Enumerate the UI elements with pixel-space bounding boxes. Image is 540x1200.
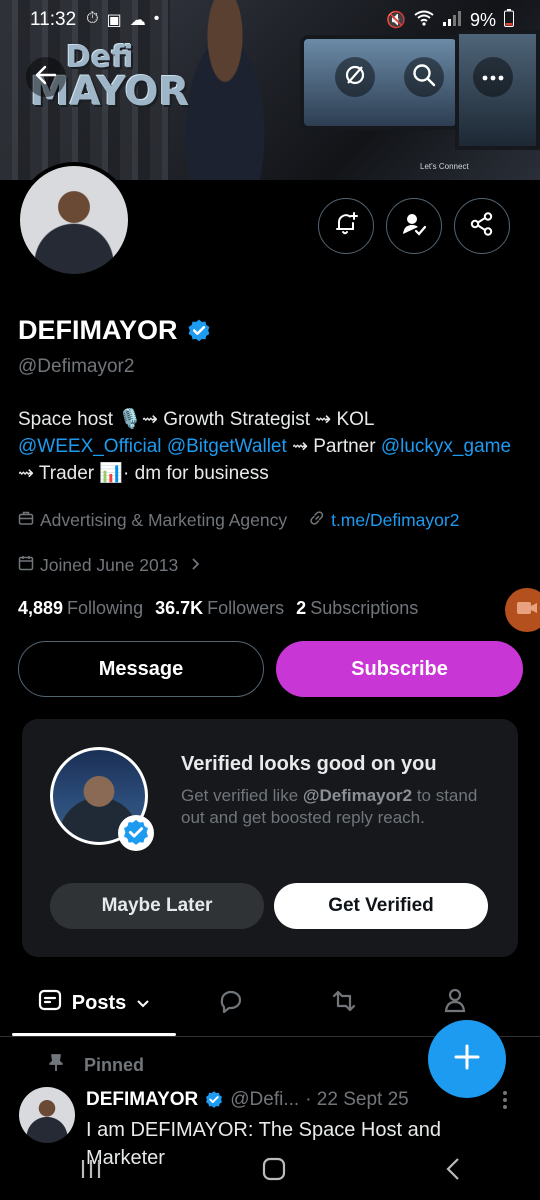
verified-badge-icon [206, 1091, 223, 1108]
bio-link-luckyx[interactable]: @luckyx_game [381, 436, 511, 457]
bio-partner-text: ⇝ Partner [292, 436, 376, 457]
subscribe-button[interactable]: Subscribe [276, 641, 523, 697]
system-back-button[interactable] [444, 1157, 462, 1186]
display-name: DEFIMAYOR [18, 315, 178, 345]
link-icon [309, 510, 325, 531]
search-button[interactable] [404, 57, 444, 97]
profile-handle: @Defimayor2 [18, 356, 135, 377]
repost-icon [330, 988, 358, 1019]
status-bar: 11:32 ⏱ ▣ ☁ • 🔇 9% [0, 0, 540, 40]
get-verified-button[interactable]: Get Verified [274, 883, 488, 929]
bio-line-3: ⇝ Trader 📊· dm for business [18, 463, 269, 484]
mute-icon: 🔇 [386, 12, 406, 29]
promo-verified-badge [118, 815, 154, 851]
dot-icon: • [153, 10, 160, 27]
search-icon [412, 63, 436, 92]
profile-meta-row: Advertising & Marketing Agency t.me/Defi… [18, 510, 459, 531]
post-author-handle: @Defi... [230, 1089, 300, 1110]
vertical-more-icon [502, 1091, 508, 1115]
bio-line-1: Space host 🎙️⇝ Growth Strategist ⇝ KOL [18, 409, 375, 430]
status-left-icons: ⏱ ▣ ☁ • [86, 10, 159, 30]
no-eye-icon [343, 63, 367, 92]
calendar-icon [18, 555, 34, 576]
post-more-button[interactable] [502, 1090, 508, 1116]
post-author-avatar[interactable] [19, 1087, 75, 1143]
profile-avatar[interactable] [16, 162, 132, 278]
plus-icon [453, 1043, 481, 1076]
floating-video-bubble[interactable] [505, 588, 540, 632]
profile-name: DEFIMAYOR [18, 315, 212, 346]
post-author-name[interactable]: DEFIMAYOR [86, 1089, 198, 1111]
tab-posts-label: Posts [71, 991, 127, 1014]
joined-row[interactable]: Joined June 2013 [18, 555, 200, 576]
battery-level: 9% [469, 9, 496, 30]
followers-stat[interactable]: 36.7K Followers [155, 598, 284, 619]
promo-text: Get verified like @Defimayor2 to stand o… [181, 786, 478, 827]
back-button[interactable] [26, 57, 66, 97]
cloud-icon: ☁ [129, 12, 146, 29]
post-date: · 22 Sept 25 [305, 1089, 409, 1110]
briefcase-icon [18, 510, 34, 531]
tab-replies[interactable] [200, 978, 262, 1028]
promo-title: Verified looks good on you [181, 753, 437, 775]
verified-badge-icon[interactable] [186, 318, 212, 344]
subscriptions-stat[interactable]: 2 Subscriptions [296, 598, 418, 619]
share-icon [469, 211, 495, 242]
timer-icon: ⏱ [86, 10, 99, 27]
person-icon [443, 987, 469, 1020]
chevron-right-icon [190, 555, 200, 576]
tab-posts[interactable]: Posts [12, 978, 176, 1028]
profile-stats: 4,889 Following 36.7K Followers 2 Subscript… [18, 598, 418, 619]
reply-icon [218, 988, 244, 1019]
user-check-icon [401, 211, 427, 242]
image-icon: ▣ [106, 12, 122, 29]
compose-button[interactable] [428, 1020, 506, 1098]
more-icon [482, 68, 504, 86]
post-header: DEFIMAYOR @Defi... · 22 Sept 25 [86, 1089, 409, 1111]
system-nav-bar [0, 1142, 540, 1200]
more-button[interactable] [473, 57, 513, 97]
battery-icon [504, 8, 514, 32]
pinned-label: Pinned [84, 1055, 145, 1075]
profile-website-link[interactable]: t.me/Defimayor2 [331, 510, 459, 531]
wifi-icon [414, 10, 434, 31]
bio-link-weex[interactable]: @WEEX_Official [18, 436, 162, 457]
following-stat[interactable]: 4,889 Following [18, 598, 143, 619]
posts-icon [38, 988, 62, 1018]
message-button[interactable]: Message [18, 641, 264, 697]
notify-button[interactable] [318, 198, 374, 254]
back-arrow-icon [35, 64, 57, 91]
profile-bio: Space host 🎙️⇝ Growth Strategist ⇝ KOL @… [18, 406, 528, 487]
pin-icon [48, 1054, 64, 1077]
status-time: 11:32 [30, 9, 77, 30]
chevron-down-icon [136, 992, 150, 1015]
bio-line-2: @WEEX_Official @BitgetWallet ⇝ Partner @… [18, 433, 528, 460]
banner-caption: Let's Connect [420, 162, 469, 171]
recent-apps-button[interactable] [78, 1158, 104, 1185]
share-button[interactable] [454, 198, 510, 254]
signal-icon [442, 10, 462, 31]
avatar-image [20, 166, 128, 274]
status-right-icons: 🔇 9% [386, 8, 514, 32]
pinned-label-row: Pinned [48, 1054, 144, 1077]
following-status-button[interactable] [386, 198, 442, 254]
verified-promo-card: Verified looks good on you Get verified … [22, 719, 518, 957]
tab-reposts[interactable] [313, 978, 375, 1028]
maybe-later-button[interactable]: Maybe Later [50, 883, 264, 929]
home-button[interactable] [261, 1156, 287, 1187]
joined-date: Joined June 2013 [40, 555, 179, 575]
verified-badge-icon [124, 819, 148, 845]
bell-plus-icon [333, 211, 359, 242]
profile-category: Advertising & Marketing Agency [40, 510, 288, 530]
hide-button[interactable] [335, 57, 375, 97]
bio-link-bitget[interactable]: @BitgetWallet [167, 436, 287, 457]
video-camera-icon [516, 600, 538, 621]
